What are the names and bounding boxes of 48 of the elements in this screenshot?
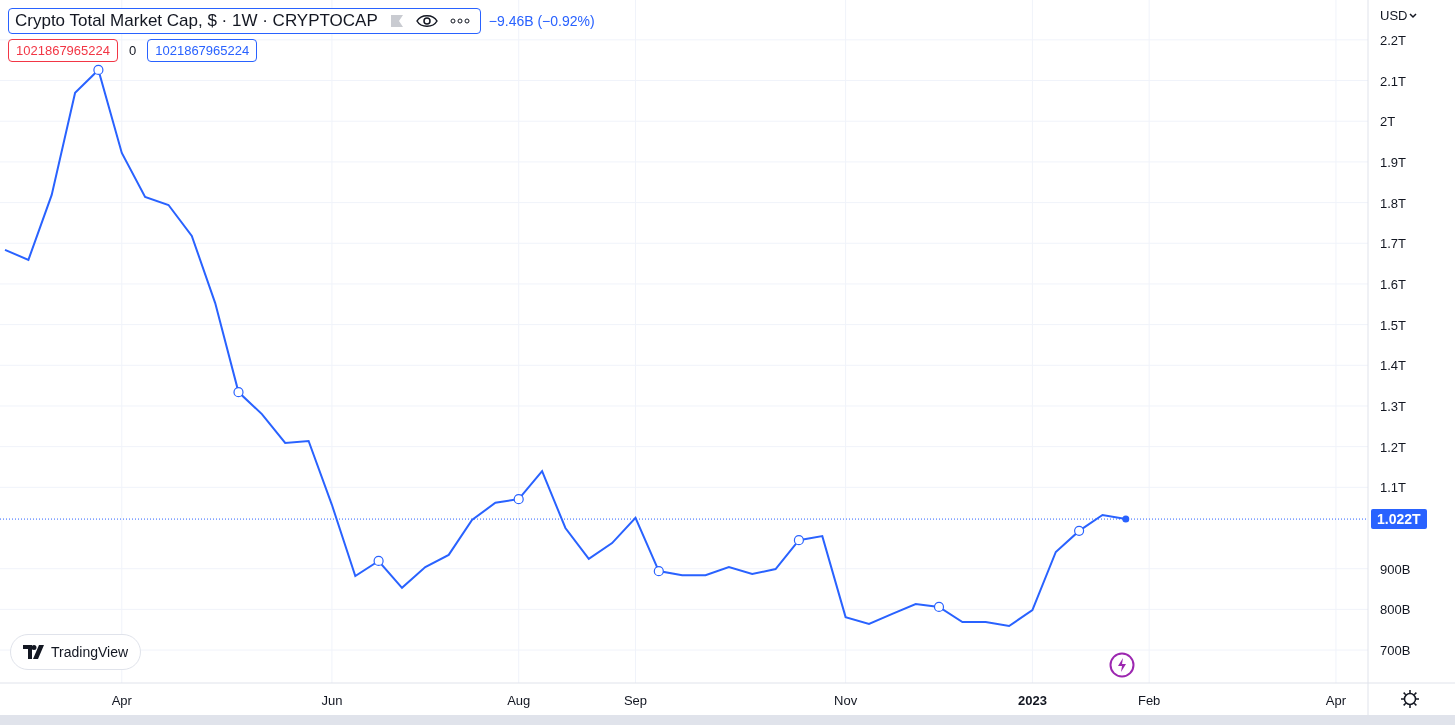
symbol-title: Crypto Total Market Cap, $ · 1W · CRYPTOCAP [15, 11, 378, 31]
price-change: −9.46B (−0.92%) [488, 13, 595, 29]
eye-icon[interactable] [415, 14, 438, 28]
settings-icon[interactable] [1398, 687, 1422, 711]
indicator-value: 0 [128, 43, 138, 58]
x-axis-label: 2023 [1017, 693, 1047, 708]
y-axis-label: 2T [1380, 114, 1396, 130]
y-axis-label: 1.3T [1380, 399, 1406, 414]
point-marker [793, 535, 804, 546]
caret-icon [1409, 12, 1418, 19]
price-label: 1.022T [1371, 509, 1427, 530]
x-axis-label: Jun [321, 693, 343, 708]
point-marker [373, 555, 384, 567]
x-axis-label: Nov [834, 693, 858, 708]
x-axis-label: Apr [1325, 693, 1347, 708]
point-marker [233, 387, 244, 398]
y-axis-label: 1.1T [1380, 480, 1406, 496]
legend-title-box[interactable]: Crypto Total Market Cap, $ · 1W · CRYPTOCAP [8, 8, 481, 34]
x-axis-label: Aug [507, 693, 531, 708]
point-marker [513, 494, 524, 505]
y-axis-label: 900B [1380, 561, 1411, 577]
y-axis-label: 1.4T [1380, 358, 1406, 374]
y-axis-label: 2.2T [1380, 32, 1406, 48]
point-marker [1074, 525, 1085, 536]
y-axis-label: 1.7T [1380, 236, 1406, 252]
y-axis-label: 2.1T [1380, 73, 1406, 89]
last-point-marker [1122, 515, 1130, 523]
logo-text: TradingView [51, 644, 129, 660]
indicator-value: 1021867965224 [8, 39, 118, 62]
y-axis-label: 1.9T [1380, 154, 1406, 170]
y-axis-label: 1.5T [1380, 317, 1406, 333]
y-axis-label: 1.8T [1380, 195, 1406, 211]
logo-icon [23, 645, 45, 659]
point-marker [933, 601, 945, 613]
more-icon[interactable] [449, 18, 470, 24]
lightning-icon[interactable] [1109, 652, 1135, 678]
y-axis-label: 1.2T [1380, 439, 1406, 455]
y-axis-label: 800B [1380, 602, 1411, 618]
point-marker [93, 64, 104, 76]
x-axis-label: Sep [623, 693, 647, 708]
x-axis-label: Apr [111, 693, 132, 708]
y-axis-label: 1.6T [1380, 276, 1406, 292]
x-axis-label: Feb [1137, 693, 1161, 708]
logo-badge[interactable]: TradingView [10, 634, 142, 670]
y-axis-label: 700B [1380, 643, 1411, 659]
currency-dropdown[interactable]: USD [1380, 8, 1418, 23]
indicator-value: 1021867965224 [147, 39, 258, 62]
point-marker [653, 566, 664, 577]
